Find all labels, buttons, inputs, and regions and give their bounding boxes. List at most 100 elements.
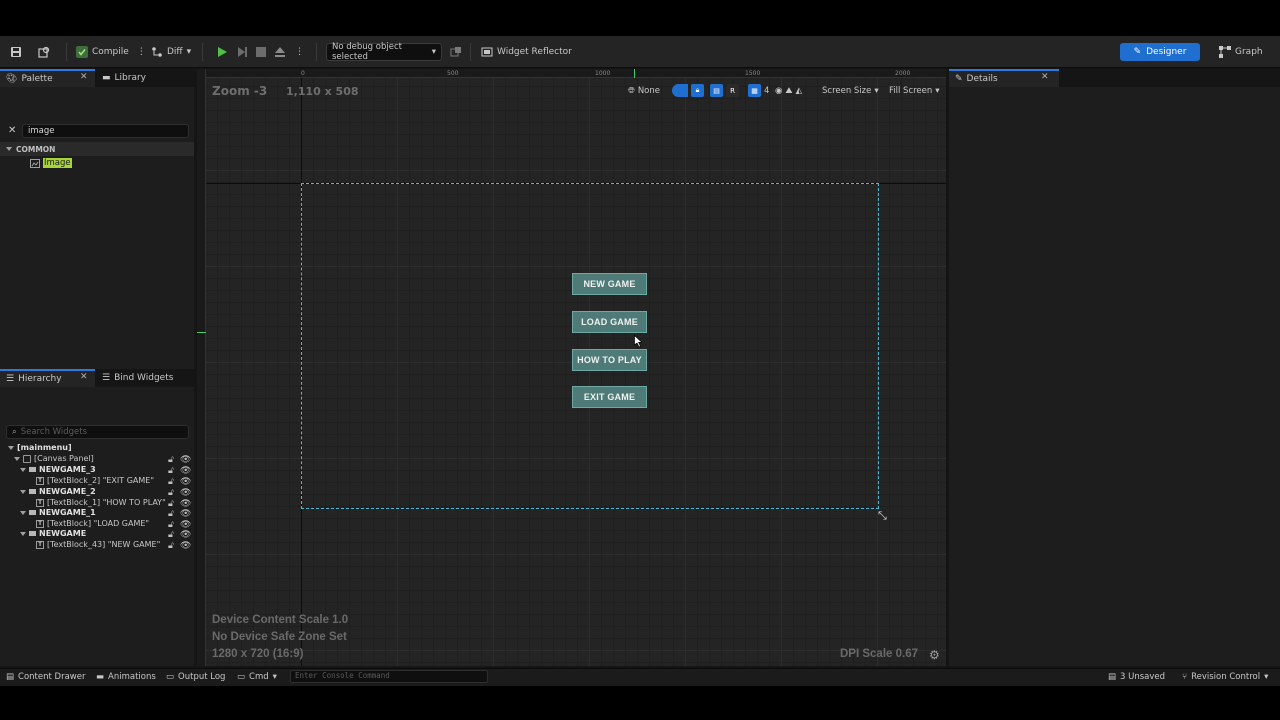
fill-screen-dropdown[interactable]: Fill Screen ▾ <box>889 83 940 98</box>
exit-game-button[interactable]: EXIT GAME <box>572 386 647 408</box>
tree-row-mainmenu[interactable]: [mainmenu] <box>8 442 72 453</box>
toggle-icon <box>672 84 688 97</box>
content-drawer-icon: ▤ <box>6 672 15 682</box>
palette-item-image[interactable]: Image <box>30 158 72 168</box>
load-game-button[interactable]: LOAD GAME <box>572 311 647 333</box>
button-icon <box>29 467 36 472</box>
diff-button[interactable]: Diff ▾ <box>151 43 191 61</box>
eye-icon[interactable]: 👁︎ <box>180 455 191 465</box>
chevron-down-icon: ▾ <box>186 47 192 57</box>
compile-options-icon[interactable]: ⋮ <box>137 47 146 57</box>
localization-preview-button[interactable]: 🌐︎ None <box>628 83 660 98</box>
row-visibility-controls: 🔓︎ 👁︎ <box>168 528 191 540</box>
expand-arrow-icon <box>6 147 12 151</box>
compile-button[interactable]: Compile ⋮ <box>76 43 146 61</box>
text-icon: T <box>36 476 44 485</box>
tab-bind-widgets-label: Bind Widgets <box>114 373 174 383</box>
how-to-play-button[interactable]: HOW TO PLAY <box>572 349 647 371</box>
expand-arrow-icon <box>20 467 26 472</box>
eye-icon[interactable]: 👁︎ <box>180 509 191 519</box>
debug-browse-icon <box>450 47 461 57</box>
cmd-dropdown[interactable]: ▭ Cmd ▾ <box>237 671 277 683</box>
more-options-icon: ⋮ <box>295 47 304 57</box>
debug-object-select[interactable]: No debug object selected ▾ <box>326 42 442 62</box>
clear-search-icon[interactable]: ✕ <box>8 125 16 136</box>
browse-button[interactable] <box>38 43 50 61</box>
debug-browse-button[interactable] <box>450 43 462 61</box>
unsaved-button[interactable]: ▤ 3 Unsaved <box>1108 671 1165 683</box>
lock-icon[interactable]: 🔓︎ <box>168 530 176 540</box>
console-field[interactable] <box>290 670 488 683</box>
console-input[interactable] <box>295 671 483 680</box>
fill-screen-label: Fill Screen <box>889 85 933 96</box>
eye-icon[interactable]: 👁︎ <box>180 499 191 509</box>
lock-icon[interactable]: 🔓︎ <box>168 477 176 487</box>
hierarchy-search[interactable]: ⌕ <box>6 425 189 439</box>
step-button[interactable] <box>236 43 248 61</box>
save-button[interactable] <box>10 43 22 61</box>
ruler-label: 1500 <box>745 70 761 77</box>
eye-icon[interactable]: 👁︎ <box>180 466 191 476</box>
designer-mode-button[interactable]: ✎ Designer <box>1120 43 1200 61</box>
lock-icon[interactable]: 🔓︎ <box>168 488 176 498</box>
tree-row-newgame-3[interactable]: NEWGAME_3 <box>20 464 96 475</box>
tree-row-textblock-43[interactable]: T [TextBlock_43] "NEW GAME" <box>36 539 160 550</box>
zoom-level: Zoom -3 <box>212 84 268 98</box>
palette-search-input[interactable] <box>28 126 183 136</box>
canvas-frame[interactable] <box>301 183 879 509</box>
content-drawer-button[interactable]: ▤ Content Drawer <box>6 671 85 683</box>
expand-arrow-icon <box>20 531 26 536</box>
r-label: R <box>726 84 739 97</box>
button-icon <box>29 531 36 536</box>
grid-value: 4 <box>764 85 770 96</box>
play-icon <box>218 47 227 57</box>
eye-icon[interactable]: 👁︎ <box>180 530 191 540</box>
animations-button[interactable]: ▬ Animations <box>96 671 156 683</box>
eject-icon <box>275 47 285 57</box>
eye-icon[interactable]: 👁︎ <box>180 520 191 530</box>
close-icon[interactable]: ✕ <box>1041 72 1049 82</box>
tree-row-newgame[interactable]: NEWGAME <box>20 528 86 539</box>
details-panel: ✎ Details ✕ <box>949 69 1280 666</box>
lock-icon[interactable]: 🔓︎ <box>168 499 176 509</box>
tree-row-newgame-1[interactable]: NEWGAME_1 <box>20 507 96 518</box>
lock-icon[interactable]: 🔓︎ <box>168 509 176 519</box>
play-options-button[interactable]: ⋮ <box>295 43 304 61</box>
graph-mode-button[interactable]: Graph <box>1219 43 1263 61</box>
designer-label: Designer <box>1146 47 1187 57</box>
widget-reflector-button[interactable]: Widget Reflector <box>481 43 572 61</box>
category-common[interactable]: COMMON <box>0 142 194 156</box>
lock-icon[interactable]: 🔓︎ <box>168 520 176 530</box>
tree-row-newgame-2[interactable]: NEWGAME_2 <box>20 486 96 497</box>
tab-library[interactable]: ▬ Library <box>96 69 152 87</box>
widget-reflector-label: Widget Reflector <box>497 47 572 57</box>
camera-icon: ◉ <box>775 85 783 96</box>
lock-icon[interactable]: 🔓︎ <box>168 466 176 476</box>
tree-row-canvas-panel[interactable]: [Canvas Panel] <box>14 453 94 464</box>
view-options[interactable]: ◉ ⛰︎ ◭ <box>775 83 802 98</box>
play-button[interactable] <box>216 43 228 61</box>
tab-bind-widgets[interactable]: ☰ Bind Widgets <box>96 369 179 387</box>
hierarchy-search-input[interactable] <box>20 427 183 437</box>
stop-button[interactable] <box>255 43 267 61</box>
eject-button[interactable] <box>274 43 286 61</box>
new-game-button[interactable]: NEW GAME <box>572 273 647 295</box>
eye-icon[interactable]: 👁︎ <box>180 488 191 498</box>
lock-icon[interactable]: 🔓︎ <box>168 541 176 551</box>
gear-icon[interactable]: ⚙︎ <box>929 648 940 662</box>
close-icon[interactable]: ✕ <box>80 72 88 82</box>
palette-search[interactable] <box>22 124 189 138</box>
close-icon[interactable]: ✕ <box>80 372 88 382</box>
output-log-button[interactable]: ▭ Output Log <box>166 671 225 683</box>
resize-handle-icon[interactable]: ⤡ <box>878 509 887 523</box>
screen-size-dropdown[interactable]: Screen Size ▾ <box>822 83 879 98</box>
revision-control-button[interactable]: ⑂ Revision Control ▾ <box>1182 671 1268 683</box>
folder-icon: ▬ <box>102 73 111 83</box>
outline-toggle[interactable]: ▤ R <box>710 83 739 98</box>
lock-icon[interactable]: 🔓︎ <box>168 455 176 465</box>
tree-row-textblock-2[interactable]: T [TextBlock_2] "EXIT GAME" <box>36 475 154 486</box>
grid-snap-toggle[interactable]: ▦ 4 <box>748 83 769 98</box>
eye-icon[interactable]: 👁︎ <box>180 477 191 487</box>
eye-icon[interactable]: 👁︎ <box>180 541 191 551</box>
toggle-respect-locks[interactable]: 🔒︎ <box>672 83 704 98</box>
